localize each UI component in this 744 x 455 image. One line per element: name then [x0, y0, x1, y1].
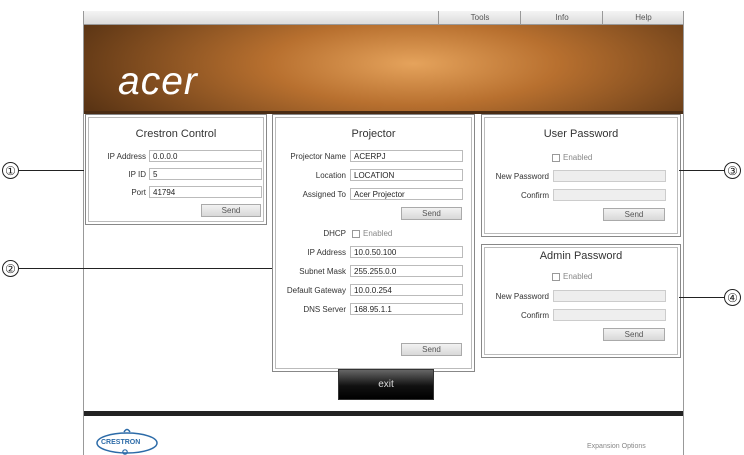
crestron-ip-input[interactable]: 0.0.0.0: [149, 150, 262, 162]
user-password-title: User Password: [543, 128, 619, 140]
tab-tools[interactable]: Tools: [438, 11, 521, 24]
callout-3: ③: [724, 162, 741, 179]
dns-server-label: DNS Server: [303, 305, 346, 314]
admin-password-enabled-label: Enabled: [563, 272, 593, 281]
tab-info[interactable]: Info: [520, 11, 603, 24]
banner: acer: [84, 25, 683, 111]
user-password-send-button[interactable]: Send: [603, 208, 665, 221]
subnet-mask-label: Subnet Mask: [299, 267, 346, 276]
user-new-password-input[interactable]: [553, 170, 666, 182]
callout-2-line: [19, 268, 272, 269]
projector-send-button-1[interactable]: Send: [401, 207, 462, 220]
dhcp-checkbox[interactable]: [352, 230, 360, 238]
callout-4: ④: [724, 289, 741, 306]
tab-help[interactable]: Help: [602, 11, 684, 24]
projector-name-label: Projector Name: [290, 152, 346, 161]
projector-location-label: Location: [315, 171, 346, 180]
crestron-ip-label: IP Address: [107, 152, 146, 161]
admin-new-password-label: New Password: [495, 292, 549, 301]
projector-ip-label: IP Address: [307, 248, 346, 257]
admin-confirm-label: Confirm: [520, 311, 549, 320]
projector-panel: Projector Projector Name ACERPJ Location…: [272, 114, 475, 372]
projector-ip-input[interactable]: 10.0.50.100: [350, 246, 463, 258]
user-password-enabled-label: Enabled: [563, 153, 593, 162]
subnet-mask-input[interactable]: 255.255.0.0: [350, 265, 463, 277]
admin-new-password-input[interactable]: [553, 290, 666, 302]
admin-password-send-button[interactable]: Send: [603, 328, 665, 341]
user-confirm-label: Confirm: [520, 191, 549, 200]
projector-title: Projector: [351, 128, 396, 140]
default-gateway-input[interactable]: 10.0.0.254: [350, 284, 463, 296]
exit-button[interactable]: exit: [338, 369, 434, 400]
admin-password-title: Admin Password: [539, 250, 623, 262]
crestron-control-panel: Crestron Control IP Address 0.0.0.0 IP I…: [85, 114, 267, 225]
callout-1-line: [19, 170, 84, 171]
callout-4-line: [679, 297, 724, 298]
crestron-logo-text: CRESTRON: [101, 439, 141, 446]
dhcp-label: DHCP: [323, 229, 346, 238]
projector-name-input[interactable]: ACERPJ: [350, 150, 463, 162]
projector-assigned-input[interactable]: Acer Projector: [350, 188, 463, 200]
callout-2: ②: [2, 260, 19, 277]
crestron-ipid-input[interactable]: 5: [149, 168, 262, 180]
callout-1: ①: [2, 162, 19, 179]
crestron-port-label: Port: [131, 188, 146, 197]
user-password-panel: User Password Enabled New Password Confi…: [481, 114, 681, 237]
crestron-send-button[interactable]: Send: [201, 204, 261, 217]
projector-location-input[interactable]: LOCATION: [350, 169, 463, 181]
footer-divider: [84, 411, 683, 416]
admin-password-panel: Admin Password Enabled New Password Conf…: [481, 244, 681, 358]
default-gateway-label: Default Gateway: [286, 286, 346, 295]
projector-assigned-label: Assigned To: [302, 190, 346, 199]
dhcp-enabled-label: Enabled: [363, 229, 393, 238]
callout-3-line: [679, 170, 724, 171]
projector-send-button-2[interactable]: Send: [401, 343, 462, 356]
admin-password-checkbox[interactable]: [552, 273, 560, 281]
dns-server-input[interactable]: 168.95.1.1: [350, 303, 463, 315]
top-nav: Tools Info Help: [84, 11, 683, 25]
crestron-ipid-label: IP ID: [128, 170, 146, 179]
admin-confirm-input[interactable]: [553, 309, 666, 321]
user-password-checkbox[interactable]: [552, 154, 560, 162]
expansion-options-link[interactable]: Expansion Options: [587, 443, 646, 450]
user-new-password-label: New Password: [495, 172, 549, 181]
crestron-control-title: Crestron Control: [135, 128, 217, 140]
user-confirm-input[interactable]: [553, 189, 666, 201]
crestron-port-input[interactable]: 41794: [149, 186, 262, 198]
acer-logo: acer: [118, 60, 198, 103]
page-frame: Tools Info Help acer Crestron Control IP…: [83, 11, 684, 455]
